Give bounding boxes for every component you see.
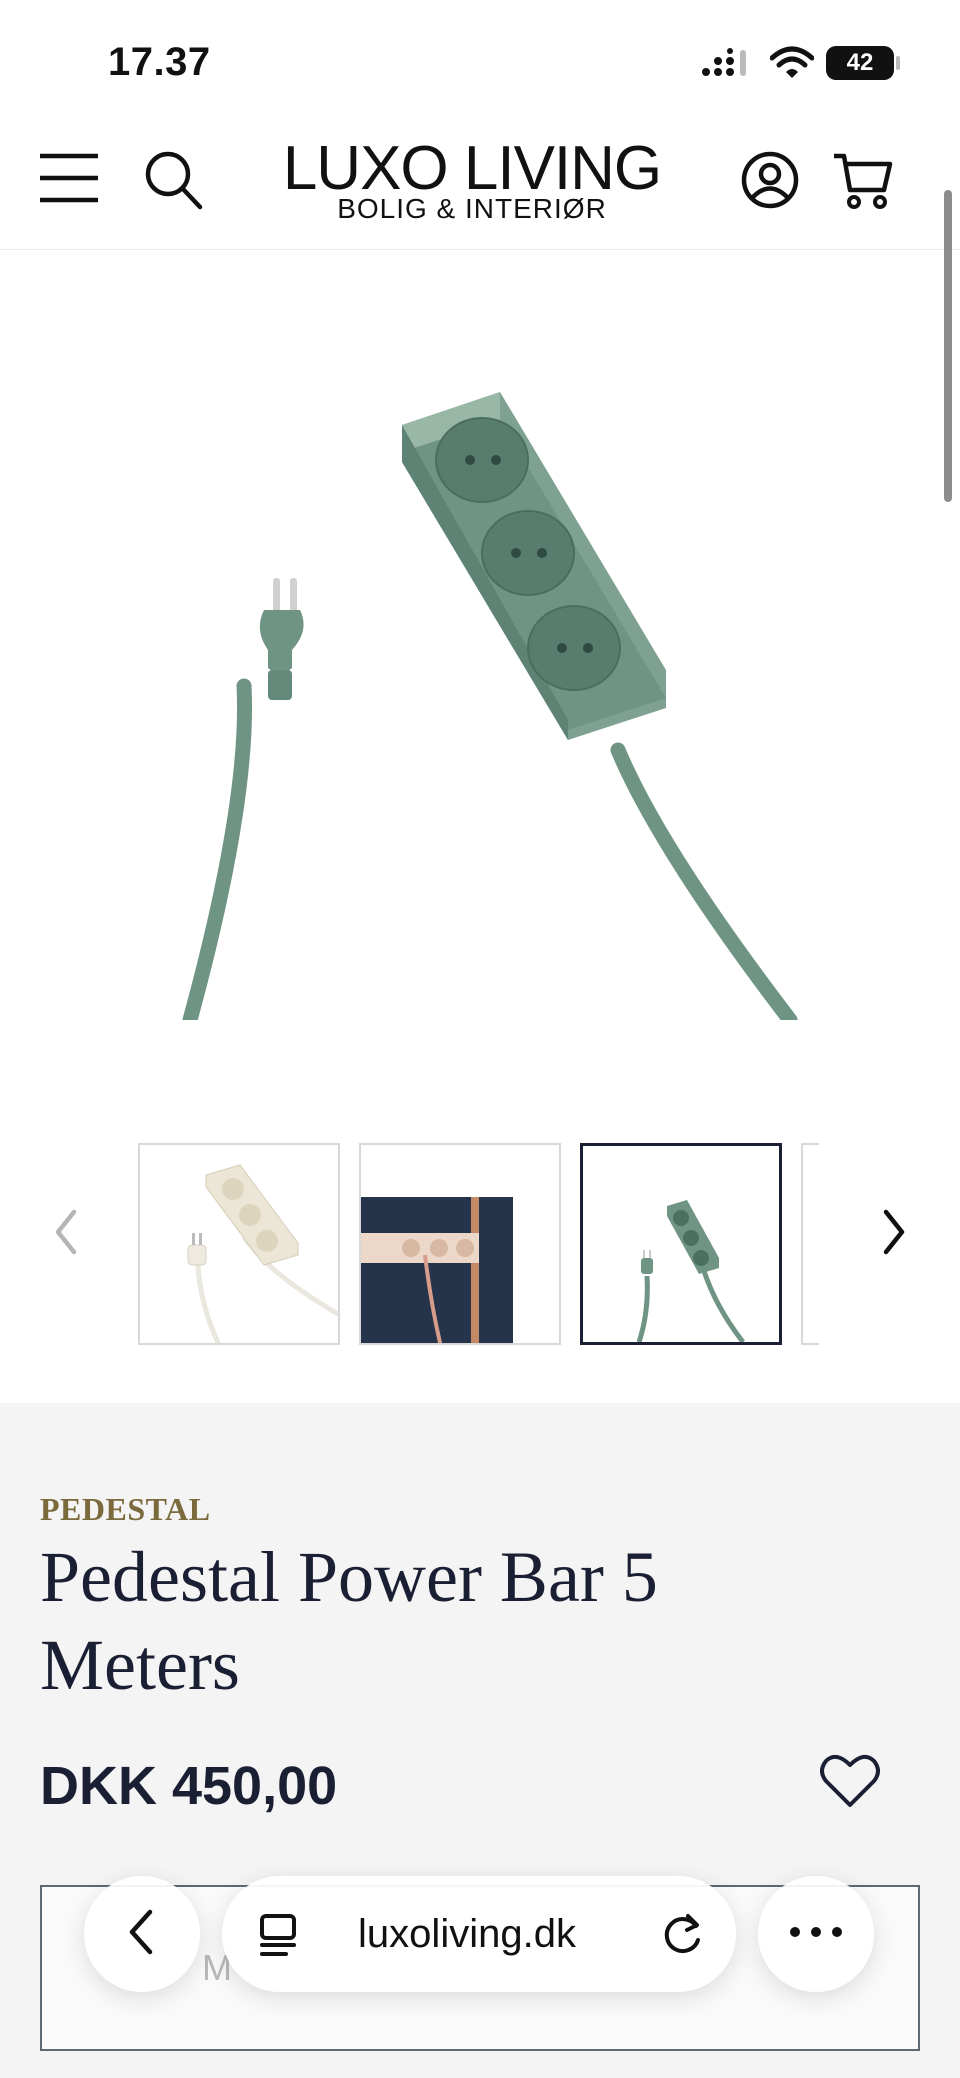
menu-icon[interactable] — [38, 150, 100, 211]
browser-back-button[interactable] — [84, 1876, 200, 1992]
chevron-left-icon[interactable] — [44, 1200, 90, 1269]
product-title: Pedestal Power Bar 5 Meters — [40, 1537, 658, 1705]
status-bar: 17.37 42 — [0, 0, 960, 120]
address-bar[interactable]: luxoliving.dk — [222, 1876, 736, 1992]
green-power-bar-thumbnail[interactable] — [580, 1143, 782, 1345]
battery-icon: 42 — [826, 46, 894, 80]
heart-icon[interactable] — [820, 1753, 880, 1814]
scroll-indicator[interactable] — [944, 190, 952, 502]
cart-icon[interactable] — [832, 150, 894, 217]
site-header: LUXO LIVING BOLIG & INTERIØR — [0, 120, 960, 250]
partial-thumbnail[interactable] — [801, 1143, 819, 1345]
more-icon — [788, 1925, 844, 1944]
wifi-icon — [769, 46, 815, 85]
white-power-bar-thumbnail[interactable] — [138, 1143, 340, 1345]
site-logo[interactable]: LUXO LIVING BOLIG & INTERIØR — [272, 134, 672, 224]
reader-icon[interactable] — [256, 1912, 302, 1963]
reload-icon[interactable] — [660, 1910, 706, 1963]
chevron-right-icon[interactable] — [870, 1200, 916, 1269]
account-icon[interactable] — [740, 150, 800, 215]
search-icon[interactable] — [144, 150, 204, 217]
product-brand[interactable]: PEDESTAL — [40, 1491, 211, 1528]
green-power-bar-image[interactable] — [150, 330, 830, 1028]
logo-main-text: LUXO LIVING — [282, 134, 662, 203]
product-price: DKK 450,00 — [40, 1756, 338, 1816]
status-time: 17.37 — [108, 40, 211, 84]
signal-icon — [700, 48, 750, 83]
url-text[interactable]: luxoliving.dk — [322, 1912, 612, 1957]
back-icon — [122, 1904, 162, 1965]
wall-mounted-power-bar-thumbnail[interactable] — [359, 1143, 561, 1345]
battery-cap — [896, 56, 900, 70]
browser-more-button[interactable] — [758, 1876, 874, 1992]
